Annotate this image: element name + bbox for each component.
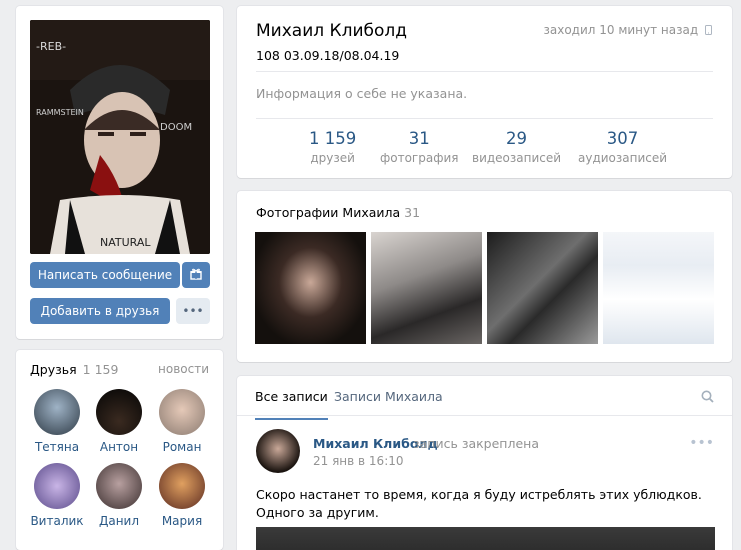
friend-item[interactable]: Данил (89, 463, 149, 528)
avatar-card: -REB- DOOM RAMMSTEIN NATURAL Написать со… (16, 6, 223, 339)
friends-title[interactable]: Друзья (30, 362, 77, 377)
divider (256, 71, 713, 72)
friend-item[interactable]: Мария (152, 463, 212, 528)
about-text: Информация о себе не указана. (256, 86, 468, 101)
friend-item[interactable]: Виталик (27, 463, 87, 528)
friends-card: Друзья 1 159 новости Тетяна Антон Роман В… (16, 350, 223, 550)
post-menu-button[interactable]: ••• (689, 435, 714, 451)
friend-avatar[interactable] (96, 389, 142, 435)
profile-name: Михаил Клиболд (256, 21, 407, 41)
gift-icon (190, 268, 202, 282)
friend-avatar[interactable] (96, 463, 142, 509)
send-message-button[interactable]: Написать сообщение (30, 262, 180, 288)
tab-own-posts[interactable]: Записи Михаила (334, 389, 443, 404)
counter-value: 1 159 (309, 129, 357, 148)
photos-header[interactable]: Фотографии Михаила 31 (256, 205, 420, 220)
friend-item[interactable]: Роман (152, 389, 212, 454)
friends-count: 1 159 (82, 362, 119, 377)
counter-photos[interactable]: 31 фотография (380, 129, 459, 165)
friend-name[interactable]: Антон (89, 440, 149, 454)
friends-header: Друзья 1 159 новости (30, 362, 209, 377)
photos-card: Фотографии Михаила 31 (237, 191, 732, 362)
online-status: заходил 10 минут назад (543, 23, 712, 37)
divider (256, 118, 713, 119)
svg-text:RAMMSTEIN: RAMMSTEIN (36, 108, 84, 117)
counter-label: аудиозаписей (578, 151, 668, 165)
post-date[interactable]: 21 янв в 16:10 (313, 454, 404, 468)
counter-friends[interactable]: 1 159 друзей (309, 129, 356, 165)
gift-button[interactable] (182, 262, 210, 288)
friend-name[interactable]: Роман (152, 440, 212, 454)
more-actions-button[interactable]: ••• (176, 298, 210, 324)
dots-icon: ••• (689, 435, 714, 451)
counter-label: фотография (380, 151, 459, 165)
friend-item[interactable]: Антон (89, 389, 149, 454)
svg-text:-REB-: -REB- (36, 40, 66, 53)
counter-value: 307 (606, 129, 639, 148)
friends-news-link[interactable]: новости (158, 362, 209, 376)
profile-status: 108 03.09.18/08.04.19 (256, 48, 400, 63)
friend-avatar[interactable] (159, 463, 205, 509)
post-image[interactable] (256, 527, 715, 550)
post-pinned-label: запись закреплена (413, 436, 539, 451)
friend-avatar[interactable] (34, 389, 80, 435)
friend-name[interactable]: Тетяна (27, 440, 87, 454)
photos-title: Фотографии Михаила (256, 205, 401, 220)
counter-label: друзей (310, 151, 355, 165)
friend-name[interactable]: Мария (152, 514, 212, 528)
photo-thumb[interactable] (603, 232, 714, 344)
counter-videos[interactable]: 29 видеозаписей (472, 129, 561, 165)
counter-value: 29 (506, 129, 528, 148)
post-author-avatar[interactable] (256, 429, 300, 473)
counter-value: 31 (408, 129, 430, 148)
photo-thumb[interactable] (487, 232, 598, 344)
phone-icon (702, 23, 712, 37)
divider (237, 415, 732, 416)
counter-audios[interactable]: 307 аудиозаписей (578, 129, 667, 165)
profile-card: Михаил Клиболд 108 03.09.18/08.04.19 зах… (237, 6, 732, 178)
svg-text:NATURAL: NATURAL (100, 236, 151, 249)
friend-avatar[interactable] (159, 389, 205, 435)
counter-label: видеозаписей (472, 151, 562, 165)
friend-item[interactable]: Тетяна (27, 389, 87, 454)
wall-card: Все записи Записи Михаила Михаил Клиболд… (237, 376, 732, 550)
add-friend-button[interactable]: Добавить в друзья (30, 298, 170, 324)
friend-name[interactable]: Виталик (27, 514, 87, 528)
online-text: заходил 10 минут назад (543, 23, 699, 37)
photo-thumb[interactable] (255, 232, 366, 344)
search-icon[interactable] (701, 390, 714, 406)
post-text: Скоро настанет то время, когда я буду ис… (256, 487, 702, 520)
photo-thumb[interactable] (371, 232, 482, 344)
photos-count: 31 (404, 205, 421, 220)
friend-name[interactable]: Данил (89, 514, 149, 528)
svg-text:DOOM: DOOM (160, 122, 192, 133)
profile-avatar[interactable]: -REB- DOOM RAMMSTEIN NATURAL (30, 20, 210, 254)
friend-avatar[interactable] (34, 463, 80, 509)
